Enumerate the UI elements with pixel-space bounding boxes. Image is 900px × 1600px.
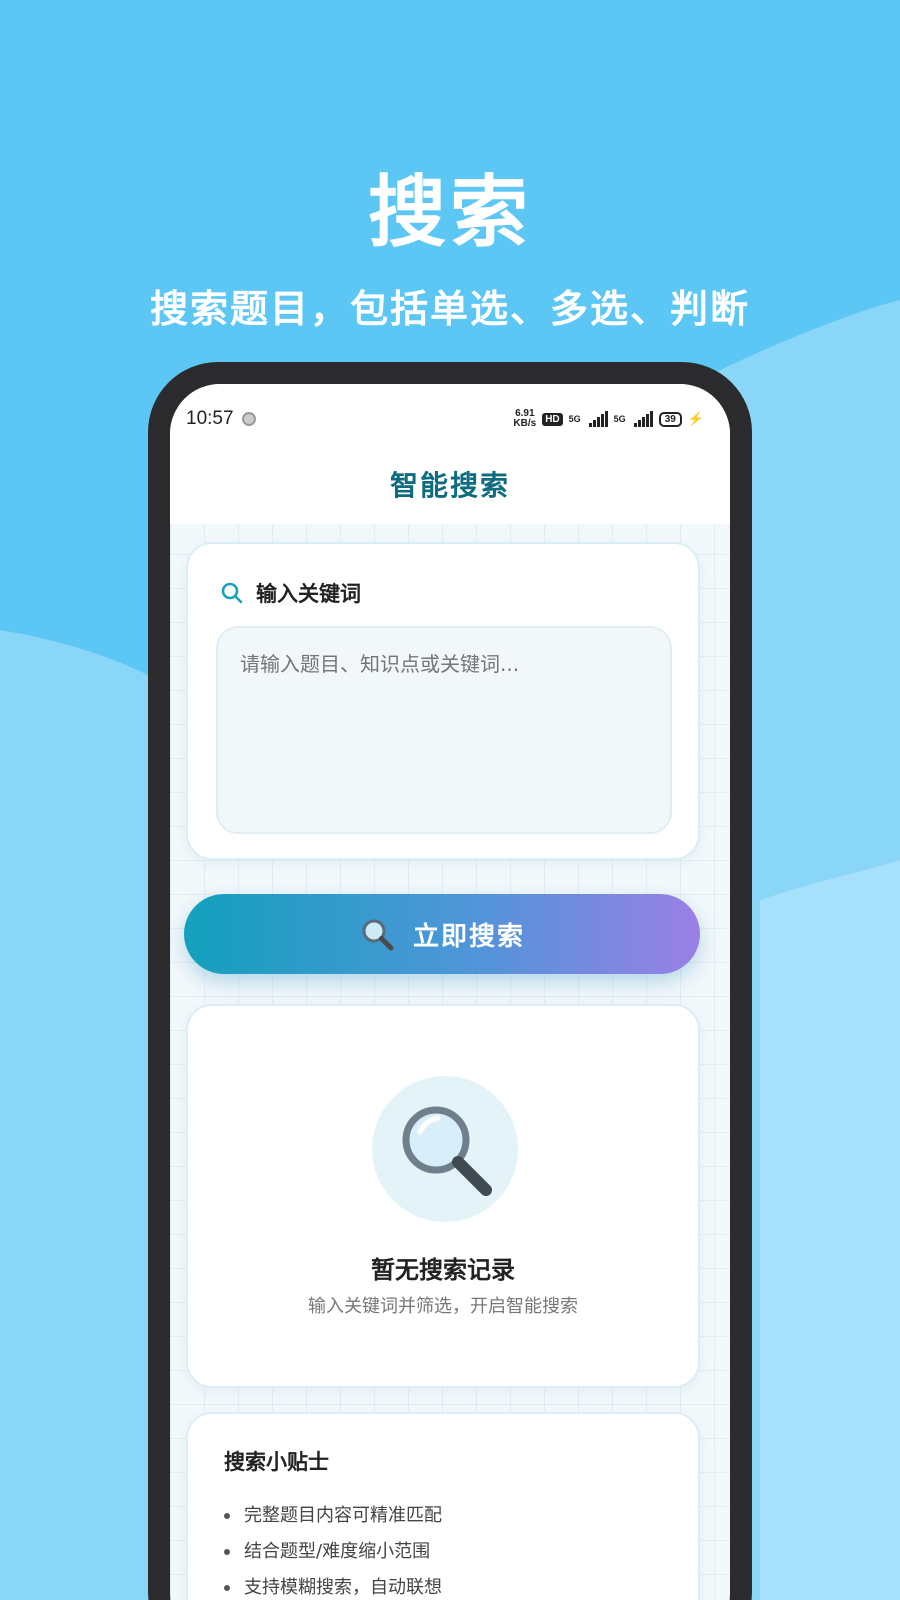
status-time: 10:57 (186, 408, 234, 429)
promo-title: 搜索 (367, 168, 532, 258)
search-label: 输入关键词 (256, 582, 361, 606)
search-button[interactable]: 立即搜索 (184, 894, 700, 974)
tips-title: 搜索小贴士 (224, 1450, 329, 1474)
search-card-header: 输入关键词 (220, 578, 361, 608)
page-header: 智能搜索 (170, 444, 730, 524)
phone-frame: 10:57 6.91 KB/s HD 5G 5G 39 ⚡ 智能搜索 输入关键词… (148, 362, 752, 1600)
notification-icon (241, 412, 256, 426)
empty-state-illustration (372, 1076, 518, 1222)
tips-list: 完整题目内容可精准匹配 结合题型/难度缩小范围 支持模糊搜索，自动联想 (224, 1498, 442, 1600)
list-item: 结合题型/难度缩小范围 (224, 1534, 442, 1570)
empty-state-card: 暂无搜索记录 输入关键词并筛选，开启智能搜索 (186, 1004, 700, 1388)
empty-state-title: 暂无搜索记录 (371, 1256, 515, 1284)
phone-screen: 10:57 6.91 KB/s HD 5G 5G 39 ⚡ 智能搜索 输入关键词… (170, 384, 730, 1600)
signal-icon (588, 411, 608, 427)
search-card: 输入关键词 (186, 542, 700, 860)
page-title: 智能搜索 (389, 469, 510, 502)
search-button-label: 立即搜索 (412, 920, 525, 951)
battery-icon: 39 (658, 411, 682, 427)
network-speed: 6.91 KB/s (513, 408, 537, 429)
status-bar: 10:57 6.91 KB/s HD 5G 5G 39 ⚡ (170, 384, 730, 444)
signal-icon-2 (633, 411, 653, 427)
list-item: 完整题目内容可精准匹配 (224, 1498, 442, 1534)
search-icon (221, 582, 243, 604)
network-type-2: 5G (613, 414, 626, 424)
search-input[interactable] (216, 626, 672, 834)
magnifier-icon (402, 1106, 492, 1196)
hd-icon: HD (542, 412, 563, 426)
tips-card: 搜索小贴士 完整题目内容可精准匹配 结合题型/难度缩小范围 支持模糊搜索，自动联… (186, 1412, 700, 1600)
network-type-1: 5G (568, 414, 581, 424)
promo-subtitle: 搜索题目，包括单选、多选、判断 (149, 287, 750, 331)
list-item: 支持模糊搜索，自动联想 (224, 1570, 442, 1600)
empty-state-subtitle: 输入关键词并筛选，开启智能搜索 (308, 1296, 578, 1317)
magnifier-icon (362, 919, 394, 951)
charging-icon: ⚡ (687, 411, 704, 426)
